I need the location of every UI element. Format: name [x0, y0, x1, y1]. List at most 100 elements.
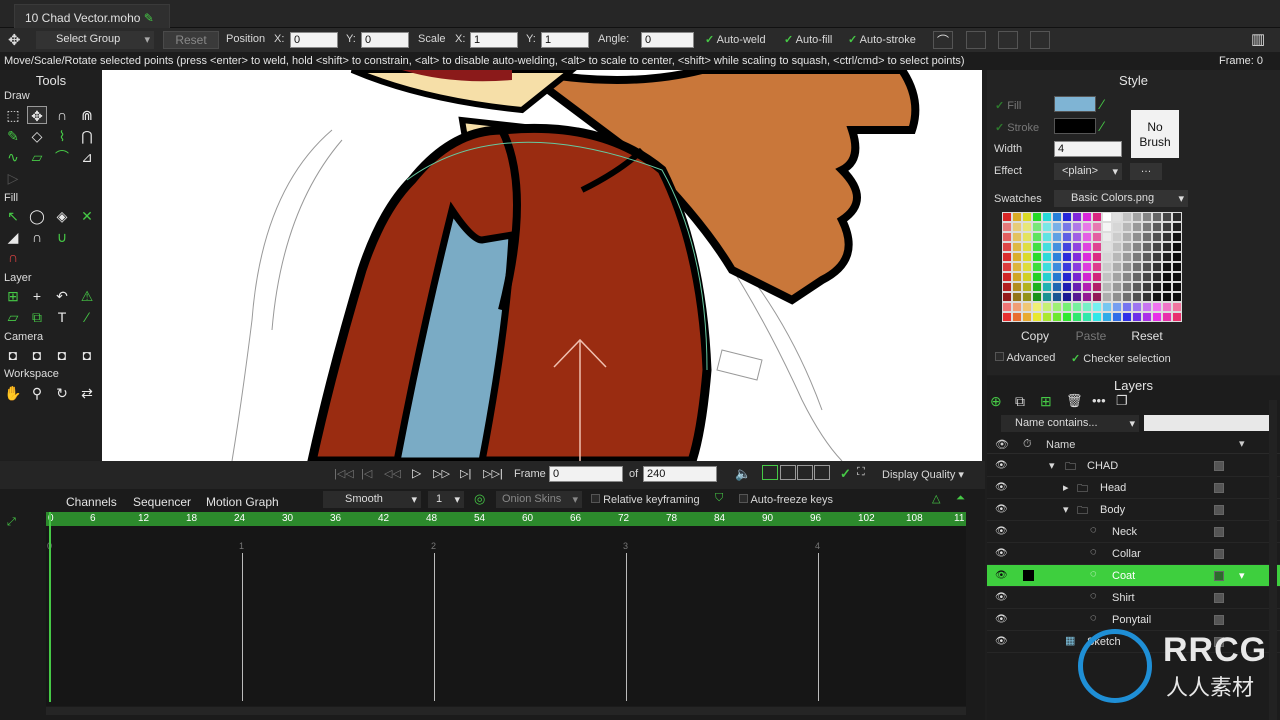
color-swatch[interactable]: [1053, 233, 1061, 241]
magnet-icon[interactable]: ⋒: [77, 106, 97, 124]
checkmark-icon[interactable]: ✓: [840, 466, 851, 482]
color-swatch[interactable]: [1003, 263, 1011, 271]
color-swatch[interactable]: [1063, 273, 1071, 281]
color-swatch[interactable]: [1043, 233, 1051, 241]
color-swatch[interactable]: [1093, 303, 1101, 311]
play-icon[interactable]: ▷: [412, 466, 421, 480]
hide-edge-icon[interactable]: ∩: [27, 228, 47, 246]
color-swatch[interactable]: [1023, 223, 1031, 231]
shear-layer-icon[interactable]: ▱: [3, 308, 23, 326]
color-swatch[interactable]: [1113, 263, 1121, 271]
color-swatch[interactable]: [1063, 213, 1071, 221]
orbit-workspace-icon[interactable]: ⇄: [77, 384, 97, 402]
color-swatch[interactable]: [1153, 303, 1161, 311]
eraser-icon[interactable]: ▱: [27, 148, 47, 166]
color-swatch[interactable]: [1093, 263, 1101, 271]
swatches-select[interactable]: Basic Colors.png ▾: [1054, 190, 1188, 207]
chevron-down-icon[interactable]: ▾: [1239, 569, 1245, 582]
color-swatch[interactable]: [1143, 243, 1151, 251]
color-swatch[interactable]: [1123, 213, 1131, 221]
color-swatch[interactable]: [1123, 283, 1131, 291]
fill-checkbox[interactable]: ✓ Fill: [995, 99, 1021, 112]
curvature-icon[interactable]: ∩: [52, 106, 72, 124]
eye-icon[interactable]: 👁: [995, 570, 1013, 582]
color-swatch[interactable]: [1133, 243, 1141, 251]
color-swatch[interactable]: [1083, 293, 1091, 301]
stroke-checkbox[interactable]: ✓ Stroke: [995, 121, 1039, 134]
color-swatch[interactable]: [1093, 253, 1101, 261]
color-swatch[interactable]: [1113, 303, 1121, 311]
color-swatch[interactable]: [1023, 313, 1031, 321]
flip-horizontal-icon[interactable]: [998, 31, 1018, 49]
color-swatch[interactable]: [1133, 223, 1141, 231]
document-tab[interactable]: 10 Chad Vector.moho ✎: [14, 4, 170, 28]
width-input[interactable]: 4: [1054, 141, 1122, 157]
color-swatch[interactable]: [1083, 233, 1091, 241]
color-swatch[interactable]: [1173, 263, 1181, 271]
color-swatch[interactable]: [1043, 263, 1051, 271]
go-to-end-icon[interactable]: ▷▷|: [483, 467, 503, 480]
color-swatch[interactable]: [1063, 233, 1071, 241]
previous-keyframe-icon[interactable]: |◁: [361, 467, 372, 480]
total-frames-input[interactable]: 240: [643, 466, 717, 482]
name-filter-select[interactable]: Name contains... ▾: [1001, 415, 1139, 432]
timeline-scrollbar[interactable]: [46, 707, 966, 715]
color-swatch[interactable]: [1073, 213, 1081, 221]
color-swatch[interactable]: [1013, 213, 1021, 221]
color-swatch[interactable]: [1133, 213, 1141, 221]
duplicate-layer-icon[interactable]: ⧉: [1015, 393, 1025, 410]
color-swatch[interactable]: [1123, 253, 1131, 261]
color-swatch[interactable]: [1013, 223, 1021, 231]
color-swatch[interactable]: [1063, 283, 1071, 291]
color-swatch[interactable]: [1163, 213, 1171, 221]
next-keyframe-icon[interactable]: ▷|: [460, 467, 471, 480]
color-swatch[interactable]: [1043, 243, 1051, 251]
stroke-exposure-icon[interactable]: ∪: [52, 228, 72, 246]
no-brush-button[interactable]: No Brush: [1131, 110, 1179, 158]
scale-x-input[interactable]: 1: [470, 32, 518, 48]
color-swatch[interactable]: [1103, 273, 1111, 281]
color-swatch[interactable]: [1063, 223, 1071, 231]
delete-shape-icon[interactable]: ✕: [77, 207, 97, 225]
effect-options-button[interactable]: …: [1130, 163, 1162, 180]
layer-row-neck[interactable]: 👁 ◌ Neck: [987, 521, 1280, 543]
color-swatch[interactable]: [1003, 283, 1011, 291]
color-swatch[interactable]: [1093, 273, 1101, 281]
split-view-icon[interactable]: [780, 465, 796, 480]
new-layer-icon[interactable]: ⊕: [990, 393, 1002, 410]
color-swatch[interactable]: [1113, 213, 1121, 221]
horizontal-split-icon[interactable]: [797, 465, 813, 480]
layer-color-tag[interactable]: [1214, 571, 1224, 581]
color-swatch[interactable]: [1073, 253, 1081, 261]
color-swatch[interactable]: [1033, 293, 1041, 301]
color-swatch[interactable]: [1043, 253, 1051, 261]
color-swatch[interactable]: [1173, 253, 1181, 261]
expand-icon[interactable]: ⤢: [7, 516, 16, 529]
layer-row-head[interactable]: 👁 ▸ 🗀 Head: [987, 477, 1280, 499]
tab-motion-graph[interactable]: Motion Graph: [206, 495, 279, 509]
eye-icon[interactable]: 👁: [995, 482, 1013, 494]
camera-track-icon[interactable]: ◘: [3, 346, 23, 364]
color-swatch[interactable]: [1003, 273, 1011, 281]
color-swatch[interactable]: [1113, 283, 1121, 291]
line-width-icon[interactable]: ◢: [3, 228, 23, 246]
color-swatch[interactable]: [1063, 293, 1071, 301]
color-swatch[interactable]: [1153, 283, 1161, 291]
color-swatch[interactable]: [1163, 283, 1171, 291]
color-swatch[interactable]: [1033, 303, 1041, 311]
frame-input[interactable]: 0: [549, 466, 623, 482]
color-swatch[interactable]: [1123, 223, 1131, 231]
color-swatch[interactable]: [1013, 273, 1021, 281]
shield-icon[interactable]: ⛉: [715, 492, 723, 505]
color-swatch[interactable]: [1103, 243, 1111, 251]
color-swatch[interactable]: [1023, 233, 1031, 241]
angle-input[interactable]: 0: [641, 32, 694, 48]
peak-icon[interactable]: ⌒: [933, 31, 953, 49]
color-swatch[interactable]: [1083, 253, 1091, 261]
color-swatch[interactable]: [1153, 213, 1161, 221]
color-swatch[interactable]: [1033, 213, 1041, 221]
color-swatch[interactable]: [1083, 213, 1091, 221]
book-icon[interactable]: ▥: [1251, 30, 1265, 48]
color-swatch[interactable]: [1163, 293, 1171, 301]
color-swatch[interactable]: [1153, 273, 1161, 281]
